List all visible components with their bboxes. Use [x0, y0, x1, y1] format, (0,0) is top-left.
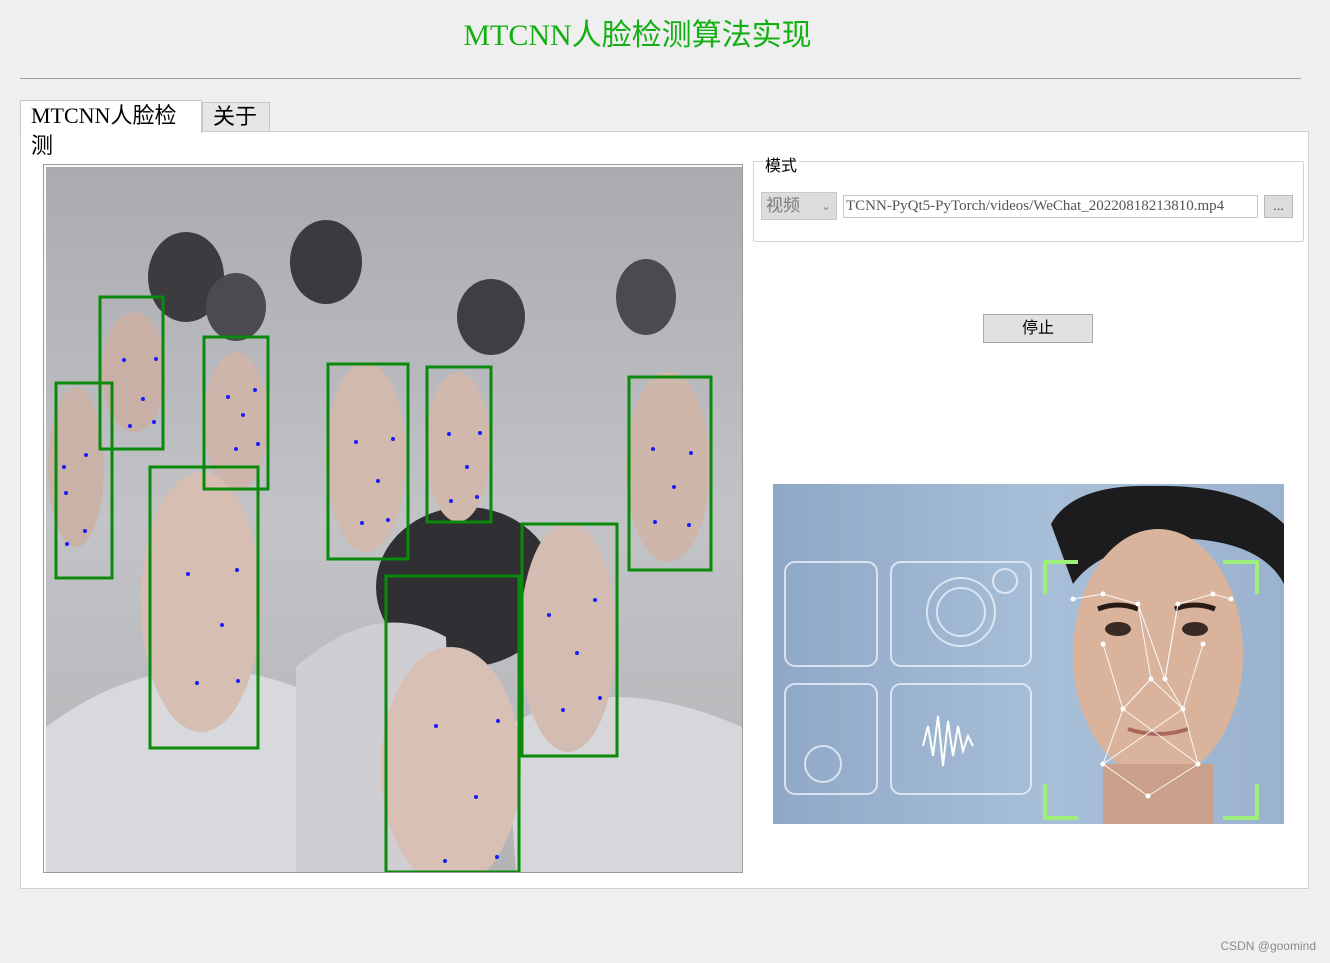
detection-frame-image: [46, 167, 742, 872]
tab-about[interactable]: 关于: [202, 102, 270, 131]
video-display: [43, 164, 743, 873]
video-path-value: TCNN-PyQt5-PyTorch/videos/WeChat_2022081…: [846, 198, 1225, 214]
mode-select[interactable]: 视频 ⌄: [761, 192, 837, 220]
app-title: MTCNN人脸检测算法实现: [463, 19, 812, 52]
tab-face-detection[interactable]: MTCNN人脸检测: [20, 100, 202, 158]
mode-group-legend: 模式: [763, 152, 800, 176]
tab-panel: 模式 视频 ⌄ TCNN-PyQt5-PyTorch/videos/WeChat…: [20, 131, 1309, 889]
watermark: CSDN @goomind: [1220, 939, 1316, 953]
face-recognition-illustration: [773, 484, 1284, 824]
browse-button[interactable]: ...: [1264, 195, 1293, 218]
chevron-down-icon: ⌄: [820, 199, 831, 213]
title-divider: [20, 78, 1301, 79]
video-path-input[interactable]: TCNN-PyQt5-PyTorch/videos/WeChat_2022081…: [843, 195, 1258, 218]
mode-select-value: 视频: [766, 196, 800, 215]
stop-button[interactable]: 停止: [983, 314, 1093, 343]
